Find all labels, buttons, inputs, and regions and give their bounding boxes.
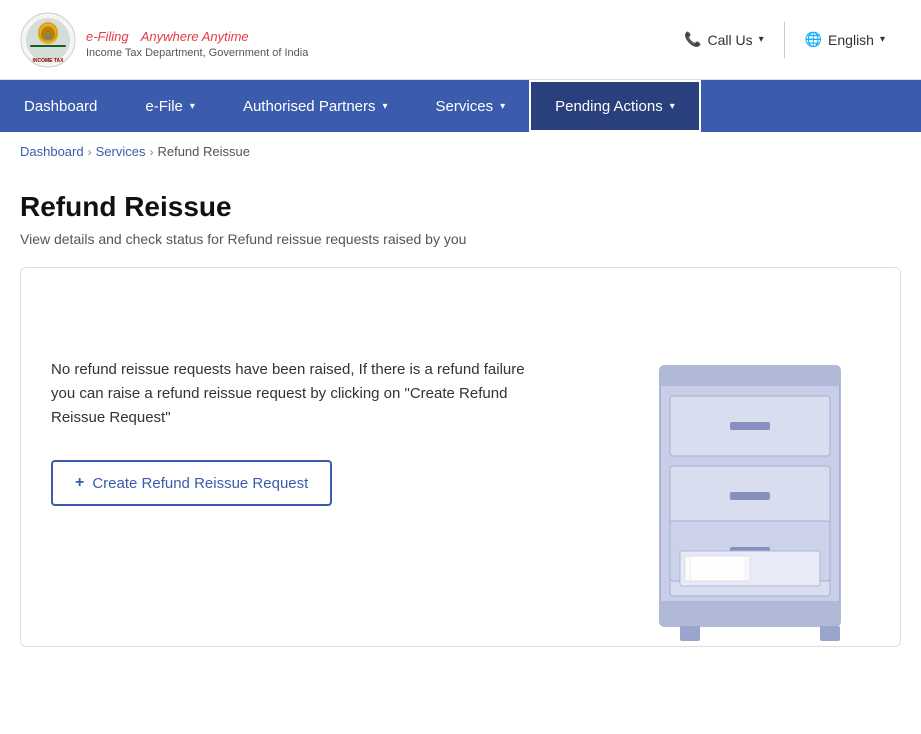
call-us-button[interactable]: 📞 Call Us ▾	[668, 23, 780, 56]
nav-item-dashboard[interactable]: Dashboard	[0, 80, 121, 132]
header: 🌀 INCOME TAX e-Filing Anywhere Anytime I…	[0, 0, 921, 80]
nav-item-authorised-partners[interactable]: Authorised Partners ▾	[219, 80, 412, 132]
language-button[interactable]: 🌐 English ▾	[789, 23, 901, 56]
create-refund-reissue-button[interactable]: + Create Refund Reissue Request	[51, 460, 332, 506]
header-right: 📞 Call Us ▾ 🌐 English ▾	[668, 22, 901, 58]
lang-chevron-icon: ▾	[880, 34, 885, 45]
nav-item-efile[interactable]: e-File ▾	[121, 80, 219, 132]
services-chevron-icon: ▾	[500, 101, 505, 112]
logo-subtitle: Income Tax Department, Government of Ind…	[86, 47, 308, 59]
breadcrumb: Dashboard › Services › Refund Reissue	[0, 132, 921, 171]
page-subtitle: View details and check status for Refund…	[20, 231, 901, 247]
navbar: Dashboard e-File ▾ Authorised Partners ▾…	[0, 80, 921, 132]
nav-item-pending-actions[interactable]: Pending Actions ▾	[529, 80, 701, 132]
globe-icon: 🌐	[805, 31, 822, 48]
logo-area: 🌀 INCOME TAX e-Filing Anywhere Anytime I…	[20, 12, 308, 68]
refund-card: No refund reissue requests have been rai…	[20, 267, 901, 647]
pending-actions-chevron-icon: ▾	[670, 101, 675, 112]
auth-partners-chevron-icon: ▾	[383, 101, 388, 112]
empty-message: No refund reissue requests have been rai…	[51, 358, 551, 430]
main-content: Refund Reissue View details and check st…	[0, 171, 921, 647]
logo-title: e-Filing Anywhere Anytime	[86, 21, 308, 47]
breadcrumb-dashboard[interactable]: Dashboard	[20, 144, 84, 159]
cabinet-illustration	[620, 306, 900, 646]
breadcrumb-services[interactable]: Services	[96, 144, 146, 159]
phone-icon: 📞	[684, 31, 701, 48]
nav-item-services[interactable]: Services ▾	[412, 80, 530, 132]
breadcrumb-current: Refund Reissue	[157, 144, 250, 159]
efile-chevron-icon: ▾	[190, 101, 195, 112]
breadcrumb-sep-1: ›	[88, 145, 92, 159]
logo-emblem: 🌀 INCOME TAX	[20, 12, 76, 68]
breadcrumb-sep-2: ›	[149, 145, 153, 159]
call-chevron-icon: ▾	[759, 34, 764, 45]
header-divider	[784, 22, 785, 58]
plus-icon: +	[75, 474, 84, 492]
page-title: Refund Reissue	[20, 191, 901, 223]
svg-text:INCOME TAX: INCOME TAX	[32, 58, 64, 64]
logo-text: e-Filing Anywhere Anytime Income Tax Dep…	[86, 21, 308, 59]
